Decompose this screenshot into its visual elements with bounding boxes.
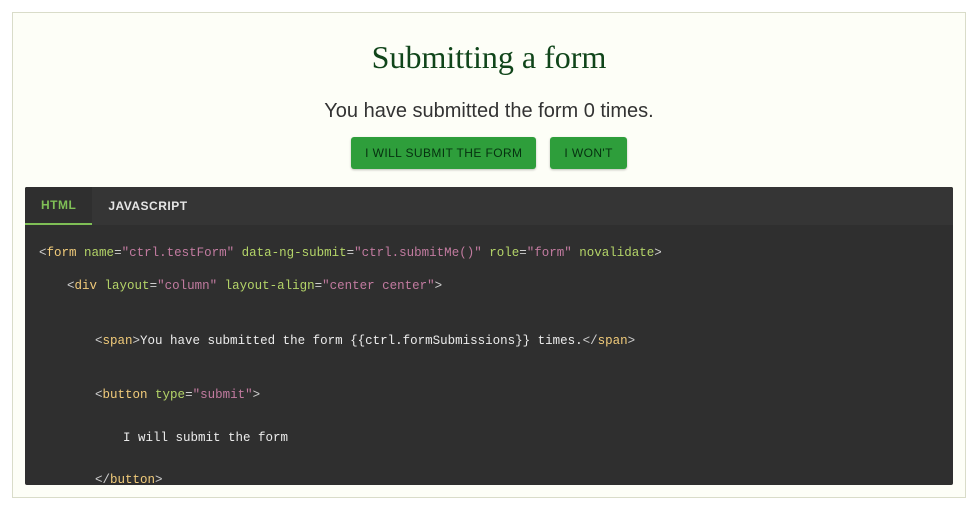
button-row: I WILL SUBMIT THE FORM I WON'T [351, 137, 627, 169]
code-line-btn1-open: <button type="submit"> [95, 385, 939, 406]
submit-button[interactable]: I WILL SUBMIT THE FORM [351, 137, 536, 169]
demo-card: Submitting a form You have submitted the… [12, 12, 966, 498]
code-body: <form name="ctrl.testForm" data-ng-submi… [25, 225, 953, 485]
code-line-span: <span>You have submitted the form {{ctrl… [95, 331, 939, 352]
tab-html[interactable]: HTML [25, 187, 92, 225]
code-line-form-open: <form name="ctrl.testForm" data-ng-submi… [39, 246, 662, 260]
tab-javascript[interactable]: JAVASCRIPT [92, 187, 203, 225]
code-line-btn1-text: I will submit the form [123, 428, 939, 449]
code-line-div-open: <div layout="column" layout-align="cente… [67, 276, 939, 297]
submission-count-text: You have submitted the form 0 times. [324, 100, 653, 123]
wont-button[interactable]: I WON'T [550, 137, 626, 169]
code-line-btn1-close: </button> [95, 470, 939, 485]
code-tabs: HTML JAVASCRIPT [25, 187, 953, 225]
page-title: Submitting a form [372, 39, 607, 76]
code-panel: HTML JAVASCRIPT <form name="ctrl.testFor… [25, 187, 953, 485]
